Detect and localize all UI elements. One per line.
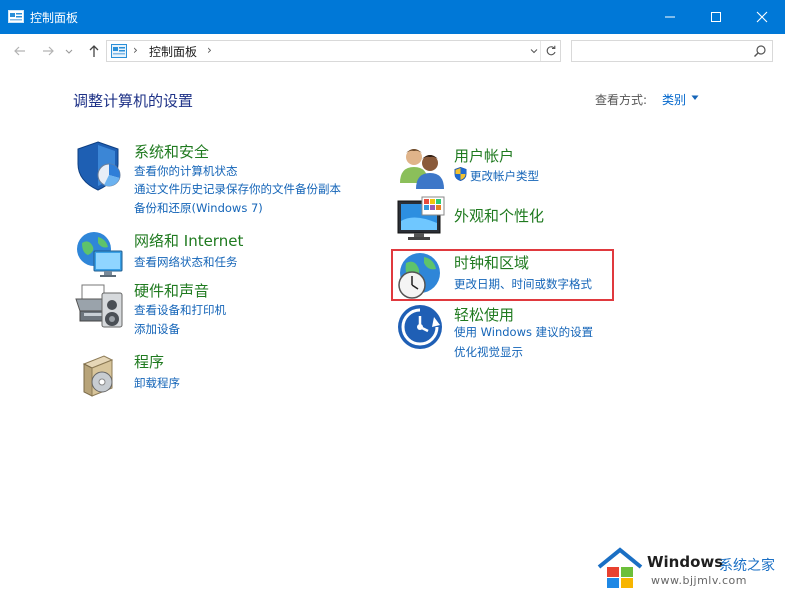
category-link[interactable]: 通过文件历史记录保存你的文件备份副本 bbox=[134, 181, 341, 197]
title-bar: 控制面板 bbox=[0, 0, 785, 34]
maximize-button[interactable] bbox=[693, 0, 739, 34]
search-input[interactable] bbox=[572, 41, 752, 61]
category-title[interactable]: 用户帐户 bbox=[454, 145, 514, 166]
minimize-icon bbox=[665, 16, 675, 18]
network-globe-icon[interactable] bbox=[74, 229, 126, 281]
category-title[interactable]: 轻松使用 bbox=[454, 304, 514, 325]
breadcrumb-chevron-icon[interactable]: › bbox=[207, 43, 212, 57]
address-bar[interactable]: › 控制面板 › bbox=[106, 40, 561, 62]
search-box[interactable] bbox=[571, 40, 773, 62]
refresh-button[interactable] bbox=[540, 41, 560, 61]
breadcrumb[interactable]: 控制面板 bbox=[149, 43, 197, 60]
control-panel-icon bbox=[111, 44, 127, 58]
maximize-icon bbox=[711, 12, 721, 22]
category-title[interactable]: 网络和 Internet bbox=[134, 230, 243, 251]
close-button[interactable] bbox=[739, 0, 785, 34]
category-link[interactable]: 优化视觉显示 bbox=[454, 344, 523, 360]
category-title[interactable]: 硬件和声音 bbox=[134, 280, 209, 301]
chevron-down-icon[interactable] bbox=[691, 95, 699, 101]
category-title[interactable]: 程序 bbox=[134, 351, 164, 372]
watermark-name: Windows bbox=[647, 553, 724, 571]
page-title: 调整计算机的设置 bbox=[73, 92, 194, 110]
view-by-dropdown[interactable]: 类别 bbox=[662, 91, 686, 108]
search-icon[interactable] bbox=[753, 44, 767, 58]
refresh-icon bbox=[546, 45, 556, 56]
view-by-label: 查看方式: bbox=[595, 93, 648, 107]
category-link[interactable]: 查看你的计算机状态 bbox=[134, 163, 238, 179]
category-link[interactable]: 添加设备 bbox=[134, 321, 180, 337]
category-link[interactable]: 备份和还原(Windows 7) bbox=[134, 200, 263, 216]
back-arrow-icon[interactable] bbox=[12, 43, 28, 59]
highlight-box bbox=[391, 249, 614, 301]
users-icon[interactable] bbox=[396, 143, 448, 195]
close-icon bbox=[756, 11, 768, 23]
category-link[interactable]: 使用 Windows 建议的设置 bbox=[454, 324, 593, 340]
minimize-button[interactable] bbox=[647, 0, 693, 34]
category-title[interactable]: 外观和个性化 bbox=[454, 205, 544, 226]
ease-of-access-icon[interactable] bbox=[396, 303, 448, 355]
category-link[interactable]: 卸载程序 bbox=[134, 375, 180, 391]
watermark: Windows 系统之家 www.bjjmlv.com bbox=[595, 543, 785, 593]
uac-shield-icon bbox=[454, 167, 467, 181]
forward-arrow-icon[interactable] bbox=[40, 43, 56, 59]
shield-icon[interactable] bbox=[74, 140, 126, 192]
watermark-url: www.bjjmlv.com bbox=[651, 574, 747, 587]
house-logo-icon bbox=[597, 547, 643, 588]
printer-icon[interactable] bbox=[74, 279, 126, 331]
control-panel-icon bbox=[8, 10, 24, 23]
category-link[interactable]: 查看网络状态和任务 bbox=[134, 254, 238, 270]
programs-icon[interactable] bbox=[74, 350, 126, 402]
category-title[interactable]: 系统和安全 bbox=[134, 141, 209, 162]
chevron-down-icon[interactable] bbox=[530, 47, 538, 55]
up-arrow-icon[interactable] bbox=[86, 43, 102, 59]
window-title: 控制面板 bbox=[30, 11, 79, 25]
recent-chevron-icon[interactable] bbox=[64, 43, 74, 59]
breadcrumb-chevron-icon[interactable]: › bbox=[133, 43, 138, 57]
display-personalization-icon[interactable] bbox=[396, 195, 448, 247]
category-link[interactable]: 查看设备和打印机 bbox=[134, 302, 226, 318]
category-link[interactable]: 更改帐户类型 bbox=[470, 168, 539, 184]
watermark-site-name: 系统之家 bbox=[719, 558, 775, 574]
